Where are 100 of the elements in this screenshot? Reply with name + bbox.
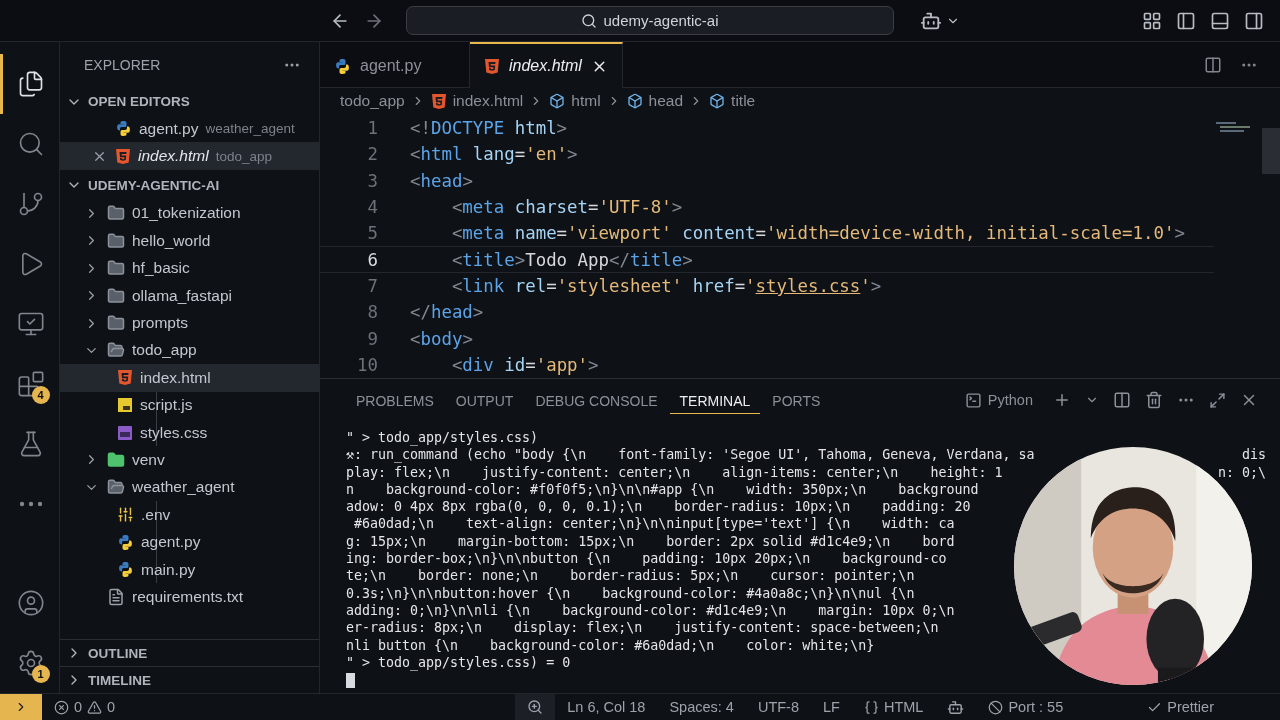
section-header[interactable]: UDEMY-AGENTIC-AI <box>60 171 319 199</box>
files-icon <box>17 70 45 98</box>
section-header[interactable]: TIMELINE <box>60 666 319 693</box>
terminal-line: " > todo_app/styles.css) = 0 <box>346 653 571 672</box>
account-icon <box>17 589 45 617</box>
split-terminal-icon[interactable] <box>1113 391 1131 409</box>
error-icon <box>54 699 69 715</box>
panel-tab[interactable]: DEBUG CONSOLE <box>525 386 668 414</box>
terminal-line: n background-color: #f0f0f5;\n}\n\n#app {\n width: 350px;\n background <box>346 480 979 499</box>
terminal-line: ing: border-box;\n}\n\nbutton {\n padding: 10px 20px;\n background-co <box>346 550 947 568</box>
terminal-cursor <box>346 673 355 689</box>
python-icon <box>117 561 134 579</box>
folder-icon <box>107 286 125 305</box>
terminal-line: 0.3s;\n}\n\nbutton:hover {\n background-color: #4a0a8c;\n}\n\nul {\n <box>346 584 915 602</box>
file-item[interactable]: styles.css <box>60 418 319 447</box>
activity-button[interactable]: 4 <box>0 354 60 414</box>
open-editor-item[interactable]: agent.py weather_agent <box>60 115 319 143</box>
panel-tab[interactable]: PORTS <box>762 386 831 414</box>
breadcrumb-item[interactable]: index.html <box>430 92 524 110</box>
robot-icon <box>947 698 965 716</box>
line-number: 6 <box>366 249 378 270</box>
more-icon <box>19 501 43 507</box>
folder-item[interactable]: todo_app <box>60 336 319 365</box>
file-item[interactable]: main.py <box>60 555 319 584</box>
breadcrumb-item[interactable]: html <box>549 92 601 110</box>
file-item[interactable]: agent.py <box>60 528 319 556</box>
folder-item[interactable]: prompts <box>60 309 319 337</box>
folder-item[interactable]: venv <box>60 446 319 474</box>
document-icon <box>107 587 125 606</box>
line-number: 4 <box>366 197 378 218</box>
folder-item[interactable]: 01_tokenization <box>60 199 319 228</box>
breadcrumb-item[interactable]: todo_app <box>340 92 405 110</box>
trash-icon[interactable] <box>1145 391 1163 409</box>
line-number: 3 <box>366 170 378 191</box>
code-line: <meta name='viewport' content='width=device-width, initial-scale=1.0'> <box>450 223 1185 244</box>
settings-icon <box>17 649 45 677</box>
open-editor-item[interactable]: index.html todo_app <box>60 142 319 170</box>
html-icon <box>115 147 131 165</box>
panel-tab[interactable]: PROBLEMS <box>346 386 444 414</box>
section-header[interactable]: OUTLINE <box>60 639 319 666</box>
section-header[interactable]: OPEN EDITORS <box>60 88 319 115</box>
status-item[interactable]: UTF-8 <box>745 693 812 720</box>
breadcrumb-item[interactable]: head <box>626 92 684 110</box>
code-line: </head> <box>410 302 484 323</box>
status-item[interactable]: Ln 6, Col 18 <box>555 693 658 720</box>
monitor-icon <box>17 310 45 338</box>
prettier-status[interactable]: Prettier <box>1135 693 1226 720</box>
remote-button[interactable] <box>0 693 42 720</box>
html-icon <box>484 57 500 75</box>
breadcrumb-item[interactable]: title <box>709 92 756 110</box>
new-terminal-icon[interactable] <box>1053 391 1071 409</box>
code-line: <div id='app'> <box>450 354 599 375</box>
maximize-icon[interactable] <box>1209 391 1226 409</box>
cube-icon <box>549 93 566 109</box>
panel-toggle-icon[interactable] <box>1210 10 1230 31</box>
secondary-sidebar-icon[interactable] <box>1244 10 1264 31</box>
sidebar-title: EXPLORER <box>84 57 161 73</box>
file-item[interactable]: script.js <box>60 391 319 419</box>
search-icon <box>17 130 45 158</box>
line-number: 10 <box>356 354 378 375</box>
folder-item[interactable]: ollama_fastapi <box>60 281 319 310</box>
panel-tab[interactable]: TERMINAL <box>669 386 761 414</box>
activity-button[interactable]: 1 <box>0 633 60 693</box>
line-number: 1 <box>366 118 378 139</box>
terminal-line: " > todo_app/styles.css) <box>346 429 539 447</box>
blocked-icon <box>988 699 1004 715</box>
file-item[interactable]: requirements.txt <box>60 583 319 611</box>
terminal-text: dis <box>1241 446 1266 464</box>
cube-icon <box>709 93 726 109</box>
count-badge: 4 <box>31 386 50 404</box>
code-line: <body> <box>410 328 473 349</box>
editor-tab[interactable]: index.html <box>470 42 623 88</box>
folder-item[interactable]: hello_world <box>60 227 319 255</box>
panel-tab[interactable]: OUTPUT <box>445 386 524 414</box>
zoom-icon <box>527 699 544 715</box>
python-icon <box>334 57 351 75</box>
code-line: <!DOCTYPE html> <box>410 118 568 139</box>
folder-item[interactable]: hf_basic <box>60 254 319 282</box>
problems-status[interactable]: 0 0 <box>42 693 128 720</box>
terminal-line: te;\n border: none;\n border-radius: 5px;\n cursor: pointer;\n <box>346 567 915 585</box>
language-status[interactable]: HTML <box>851 693 936 720</box>
folder-icon <box>107 314 125 333</box>
command-center[interactable]: udemy-agentic-ai <box>406 6 894 35</box>
terminal-selector[interactable]: Python <box>958 390 1039 410</box>
terminal-icon <box>964 391 982 409</box>
zoom-button[interactable] <box>515 693 556 720</box>
file-item[interactable]: index.html <box>60 364 319 392</box>
split-editor-icon[interactable] <box>1204 55 1222 74</box>
status-item[interactable]: Spaces: 4 <box>657 693 746 720</box>
status-item[interactable]: LF <box>811 693 852 720</box>
file-item[interactable]: .env <box>60 501 319 529</box>
port-status[interactable]: Port : 55 <box>976 693 1076 720</box>
layout-icon[interactable] <box>1142 10 1162 31</box>
scrollbar-thumb[interactable] <box>1262 128 1280 174</box>
code-line: <html lang='en'> <box>410 144 578 165</box>
folder-icon <box>107 341 125 360</box>
folder-item[interactable]: weather_agent <box>60 473 319 502</box>
sidebar-toggle-icon[interactable] <box>1176 10 1196 31</box>
braces-icon <box>863 699 879 715</box>
folder-icon <box>107 204 125 223</box>
